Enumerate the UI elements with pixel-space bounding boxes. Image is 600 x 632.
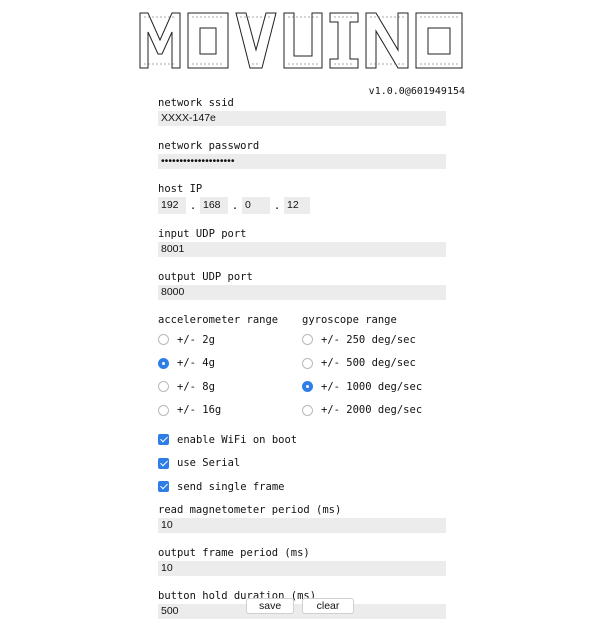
accelerometer-range-label: accelerometer range	[158, 314, 279, 326]
host-ip-group: 192 . 168 . 0 . 12	[158, 197, 446, 214]
accel-option-label: +/- 16g	[177, 404, 222, 417]
use-serial-checkbox[interactable]: use Serial	[158, 452, 446, 476]
network-password-label: network password	[158, 140, 260, 152]
movuino-logo	[139, 12, 463, 69]
gyro-option[interactable]: +/- 250 deg/sec	[302, 328, 446, 352]
read-magnetometer-period-input[interactable]: 10	[158, 517, 446, 533]
accel-option-label: +/- 8g	[177, 380, 215, 393]
output-frame-period-input[interactable]: 10	[158, 560, 446, 576]
accel-option-label: +/- 4g	[177, 357, 215, 370]
network-password-input[interactable]: ••••••••••••••••••••	[158, 154, 446, 169]
host-ip-octet-2[interactable]: 168	[200, 197, 228, 214]
checkbox-label: enable WiFi on boot	[177, 433, 298, 446]
gyro-option[interactable]: +/- 2000 deg/sec	[302, 399, 446, 423]
save-button[interactable]: save	[246, 598, 294, 614]
ip-separator: .	[231, 199, 239, 212]
radio-button[interactable]	[158, 381, 169, 393]
gyro-option[interactable]: +/- 1000 deg/sec	[302, 375, 446, 399]
gyroscope-range-label: gyroscope range	[302, 314, 397, 326]
accel-option[interactable]: +/- 8g	[158, 375, 302, 399]
radio-button[interactable]	[302, 404, 313, 416]
accel-option[interactable]: +/- 2g	[158, 328, 302, 352]
checkbox-checked-icon[interactable]	[158, 457, 169, 469]
radio-button-selected[interactable]	[302, 381, 313, 393]
output-udp-port-label: output UDP port	[158, 271, 253, 283]
radio-button-selected[interactable]	[158, 357, 169, 369]
ip-separator: .	[189, 199, 197, 212]
host-ip-octet-3[interactable]: 0	[242, 197, 270, 214]
clear-button[interactable]: clear	[302, 598, 354, 614]
host-ip-octet-1[interactable]: 192	[158, 197, 186, 214]
checkbox-checked-icon[interactable]	[158, 481, 169, 493]
output-udp-port-input[interactable]: 8000	[158, 285, 446, 300]
accel-option[interactable]: +/- 16g	[158, 399, 302, 423]
accelerometer-range-group: accelerometer range +/- 2g +/- 4g +/- 8g…	[158, 313, 302, 422]
settings-form: network ssid XXXX-147e network password …	[158, 96, 446, 632]
send-single-frame-checkbox[interactable]: send single frame	[158, 475, 446, 499]
input-udp-port-input[interactable]: 8001	[158, 242, 446, 257]
radio-button[interactable]	[158, 404, 169, 416]
radio-button[interactable]	[302, 334, 313, 346]
host-ip-octet-4[interactable]: 12	[284, 197, 310, 214]
host-ip-label: host IP	[158, 183, 203, 195]
sensor-ranges: accelerometer range +/- 2g +/- 4g +/- 8g…	[158, 313, 446, 422]
network-ssid-input[interactable]: XXXX-147e	[158, 111, 446, 126]
accel-option[interactable]: +/- 4g	[158, 352, 302, 376]
read-magnetometer-period-label: read magnetometer period (ms)	[158, 503, 342, 516]
ip-separator: .	[273, 199, 281, 212]
enable-wifi-checkbox[interactable]: enable WiFi on boot	[158, 428, 446, 452]
checkbox-checked-icon[interactable]	[158, 434, 169, 446]
options-checkboxes: enable WiFi on boot use Serial send sing…	[158, 428, 446, 499]
gyro-option-label: +/- 500 deg/sec	[321, 357, 416, 370]
gyro-option[interactable]: +/- 500 deg/sec	[302, 352, 446, 376]
output-frame-period-label: output frame period (ms)	[158, 546, 310, 559]
radio-button[interactable]	[302, 357, 313, 369]
gyro-option-label: +/- 250 deg/sec	[321, 333, 416, 346]
checkbox-label: send single frame	[177, 480, 285, 493]
action-buttons: save clear	[0, 598, 600, 614]
accel-option-label: +/- 2g	[177, 333, 215, 346]
gyro-option-label: +/- 1000 deg/sec	[321, 380, 423, 393]
gyro-option-label: +/- 2000 deg/sec	[321, 404, 423, 417]
network-ssid-label: network ssid	[158, 97, 234, 109]
input-udp-port-label: input UDP port	[158, 228, 247, 240]
radio-button[interactable]	[158, 334, 169, 346]
checkbox-label: use Serial	[177, 457, 241, 470]
gyroscope-range-group: gyroscope range +/- 250 deg/sec +/- 500 …	[302, 313, 446, 422]
